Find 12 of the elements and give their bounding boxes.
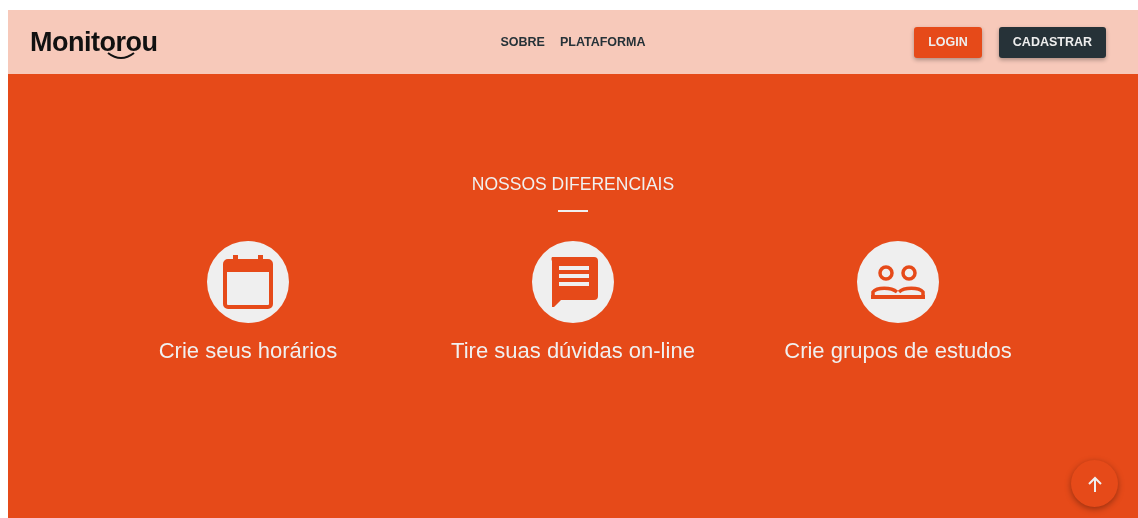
feature-label: Crie seus horários bbox=[158, 338, 338, 364]
arrow-up-icon bbox=[1087, 475, 1102, 492]
feature-label: Tire suas dúvidas on-line bbox=[451, 338, 695, 364]
signup-button[interactable]: CADASTRAR bbox=[998, 26, 1106, 58]
section-title: NOSSOS DIFERENCIAIS bbox=[471, 174, 675, 195]
nav-link[interactable]: SOBRE bbox=[500, 35, 545, 49]
nav-link[interactable]: PLATAFORMA bbox=[559, 35, 646, 49]
chat-icon bbox=[548, 257, 598, 307]
group-icon bbox=[871, 264, 925, 300]
feature-label: Crie grupos de estudos bbox=[784, 338, 1012, 364]
calendar-icon bbox=[223, 255, 273, 309]
smile-icon bbox=[106, 51, 136, 60]
